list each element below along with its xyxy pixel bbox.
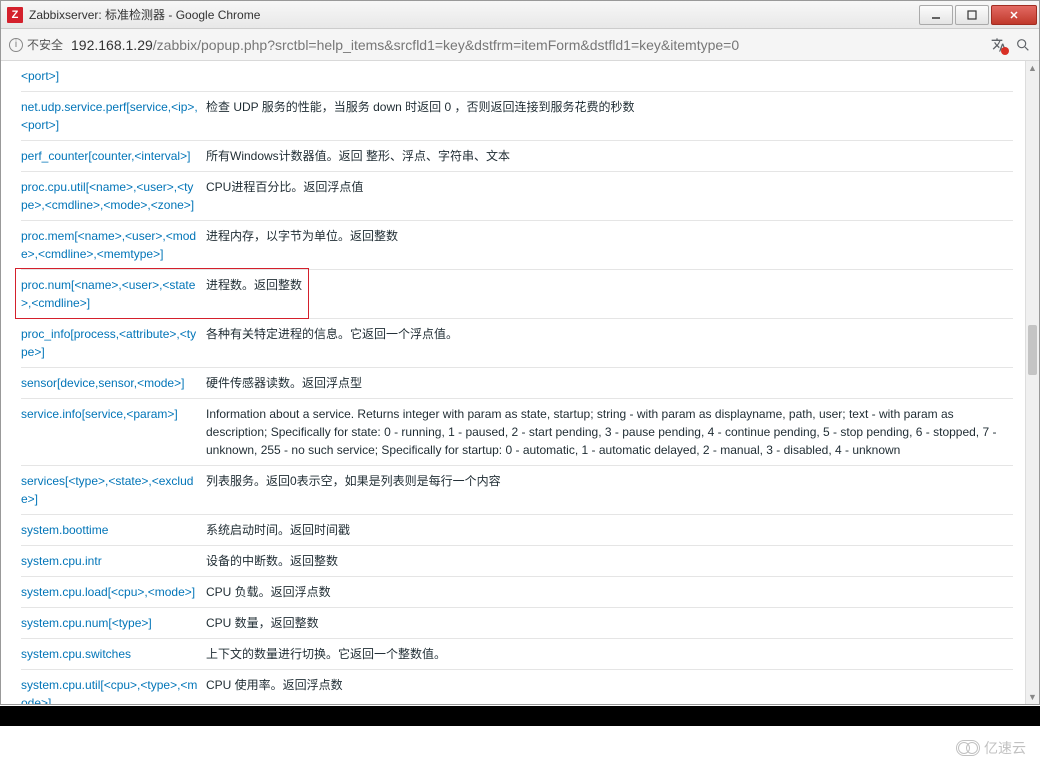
address-bar: i 不安全 192.168.1.29/zabbix/popup.php?srct… bbox=[1, 29, 1039, 61]
table-row: system.cpu.num[<type>] CPU 数量，返回整数 bbox=[21, 608, 1013, 639]
window-controls bbox=[917, 5, 1037, 25]
item-key-cell: services[<type>,<state>,<exclude>] bbox=[21, 466, 206, 515]
help-items-table: <port>] net.udp.service.perf[service,<ip>… bbox=[21, 67, 1013, 704]
url-field[interactable]: 192.168.1.29/zabbix/popup.php?srctbl=hel… bbox=[71, 37, 983, 53]
scroll-down-icon[interactable]: ▼ bbox=[1026, 690, 1039, 704]
item-key-link[interactable]: proc.cpu.util[<name>,<user>,<type>,<cmdl… bbox=[21, 180, 194, 212]
item-key-cell: system.cpu.num[<type>] bbox=[21, 608, 206, 639]
item-key-cell: proc.num[<name>,<user>,<state>,<cmdline>… bbox=[21, 270, 206, 319]
item-description: 进程内存，以字节为单位。返回整数 bbox=[206, 221, 1013, 270]
url-host: 192.168.1.29 bbox=[71, 37, 153, 53]
item-key-link[interactable]: proc_info[process,<attribute>,<type>] bbox=[21, 327, 196, 359]
item-key-link[interactable]: perf_counter[counter,<interval>] bbox=[21, 149, 190, 163]
item-key-link[interactable]: system.cpu.switches bbox=[21, 647, 131, 661]
item-description: 系统启动时间。返回时间戳 bbox=[206, 515, 1013, 546]
table-row: sensor[device,sensor,<mode>] 硬件传感器读数。返回浮点… bbox=[21, 368, 1013, 399]
item-key-cell: <port>] bbox=[21, 67, 206, 92]
item-key-cell: system.cpu.switches bbox=[21, 639, 206, 670]
table-row: system.cpu.intr 设备的中断数。返回整数 bbox=[21, 546, 1013, 577]
item-description: CPU 数量，返回整数 bbox=[206, 608, 1013, 639]
item-description: CPU 负载。返回浮点数 bbox=[206, 577, 1013, 608]
security-label: 不安全 bbox=[27, 36, 63, 53]
info-icon: i bbox=[9, 38, 23, 52]
item-key-link[interactable]: service.info[service,<param>] bbox=[21, 407, 178, 421]
item-description: Information about a service. Returns int… bbox=[206, 399, 1013, 466]
titlebar[interactable]: Z Zabbixserver: 标准检测器 - Google Chrome bbox=[1, 1, 1039, 29]
item-description: CPU 使用率。返回浮点数 bbox=[206, 670, 1013, 705]
scroll-thumb[interactable] bbox=[1028, 325, 1037, 375]
table-row: services[<type>,<state>,<exclude>] 列表服务。返… bbox=[21, 466, 1013, 515]
notification-dot bbox=[1001, 47, 1009, 55]
item-key-link[interactable]: system.cpu.load[<cpu>,<mode>] bbox=[21, 585, 195, 599]
item-key-cell: system.boottime bbox=[21, 515, 206, 546]
translate-icon[interactable] bbox=[991, 37, 1007, 53]
item-description bbox=[206, 67, 1013, 92]
table-row: system.cpu.switches 上下文的数量进行切换。它返回一个整数值。 bbox=[21, 639, 1013, 670]
table-row: system.boottime 系统启动时间。返回时间戳 bbox=[21, 515, 1013, 546]
security-indicator[interactable]: i 不安全 bbox=[9, 36, 63, 53]
table-row: proc_info[process,<attribute>,<type>] 各种有… bbox=[21, 319, 1013, 368]
table-row: service.info[service,<param>] Information… bbox=[21, 399, 1013, 466]
item-description: 检查 UDP 服务的性能，当服务 down 时返回 0 ，否则返回连接到服务花费… bbox=[206, 92, 1013, 141]
item-description: CPU进程百分比。返回浮点值 bbox=[206, 172, 1013, 221]
vertical-scrollbar[interactable]: ▲ ▼ bbox=[1025, 61, 1039, 704]
maximize-button[interactable] bbox=[955, 5, 989, 25]
content-area: <port>] net.udp.service.perf[service,<ip>… bbox=[1, 61, 1039, 704]
item-description: 设备的中断数。返回整数 bbox=[206, 546, 1013, 577]
item-key-link[interactable]: services[<type>,<state>,<exclude>] bbox=[21, 474, 193, 506]
item-key-link[interactable]: system.boottime bbox=[21, 523, 108, 537]
zabbix-app-icon: Z bbox=[7, 7, 23, 23]
item-key-link[interactable]: sensor[device,sensor,<mode>] bbox=[21, 376, 184, 390]
item-description: 进程数。返回整数 bbox=[206, 270, 1013, 319]
item-key-cell: proc.mem[<name>,<user>,<mode>,<cmdline>,… bbox=[21, 221, 206, 270]
item-key-link[interactable]: proc.mem[<name>,<user>,<mode>,<cmdline>,… bbox=[21, 229, 196, 261]
item-key-link[interactable]: system.cpu.num[<type>] bbox=[21, 616, 152, 630]
table-row: system.cpu.util[<cpu>,<type>,<mode>] CPU … bbox=[21, 670, 1013, 705]
item-description: 硬件传感器读数。返回浮点型 bbox=[206, 368, 1013, 399]
item-key-cell: system.cpu.load[<cpu>,<mode>] bbox=[21, 577, 206, 608]
table-row: proc.num[<name>,<user>,<state>,<cmdline>… bbox=[21, 270, 1013, 319]
table-row: net.udp.service.perf[service,<ip>,<port>… bbox=[21, 92, 1013, 141]
item-description: 各种有关特定进程的信息。它返回一个浮点值。 bbox=[206, 319, 1013, 368]
scroll-area: <port>] net.udp.service.perf[service,<ip>… bbox=[1, 61, 1025, 704]
bottom-black-bar bbox=[0, 706, 1040, 726]
item-description: 所有Windows计数器值。返回 整形、浮点、字符串、文本 bbox=[206, 141, 1013, 172]
item-key-cell: service.info[service,<param>] bbox=[21, 399, 206, 466]
table-row: proc.cpu.util[<name>,<user>,<type>,<cmdl… bbox=[21, 172, 1013, 221]
item-key-cell: proc_info[process,<attribute>,<type>] bbox=[21, 319, 206, 368]
item-key-cell: system.cpu.intr bbox=[21, 546, 206, 577]
scroll-up-icon[interactable]: ▲ bbox=[1026, 61, 1039, 75]
close-button[interactable] bbox=[991, 5, 1037, 25]
item-key-cell: sensor[device,sensor,<mode>] bbox=[21, 368, 206, 399]
item-description: 列表服务。返回0表示空，如果是列表则是每行一个内容 bbox=[206, 466, 1013, 515]
item-key-link[interactable]: proc.num[<name>,<user>,<state>,<cmdline>… bbox=[21, 278, 195, 310]
table-row: system.cpu.load[<cpu>,<mode>] CPU 负载。返回浮点… bbox=[21, 577, 1013, 608]
item-description: 上下文的数量进行切换。它返回一个整数值。 bbox=[206, 639, 1013, 670]
watermark-text: 亿速云 bbox=[984, 738, 1026, 758]
item-key-cell: net.udp.service.perf[service,<ip>,<port>… bbox=[21, 92, 206, 141]
item-key-link[interactable]: <port>] bbox=[21, 69, 59, 83]
item-key-cell: proc.cpu.util[<name>,<user>,<type>,<cmdl… bbox=[21, 172, 206, 221]
item-key-link[interactable]: system.cpu.intr bbox=[21, 554, 102, 568]
minimize-button[interactable] bbox=[919, 5, 953, 25]
watermark-logo-icon bbox=[956, 740, 980, 756]
item-key-link[interactable]: system.cpu.util[<cpu>,<type>,<mode>] bbox=[21, 678, 197, 704]
table-row: <port>] bbox=[21, 67, 1013, 92]
item-key-link[interactable]: net.udp.service.perf[service,<ip>,<port>… bbox=[21, 100, 198, 132]
chrome-window: Z Zabbixserver: 标准检测器 - Google Chrome i … bbox=[0, 0, 1040, 705]
watermark: 亿速云 bbox=[956, 738, 1026, 758]
table-row: proc.mem[<name>,<user>,<mode>,<cmdline>,… bbox=[21, 221, 1013, 270]
window-title: Zabbixserver: 标准检测器 - Google Chrome bbox=[29, 6, 917, 23]
url-path: /zabbix/popup.php?srctbl=help_items&srcf… bbox=[153, 37, 739, 53]
table-row: perf_counter[counter,<interval>] 所有Window… bbox=[21, 141, 1013, 172]
item-key-cell: system.cpu.util[<cpu>,<type>,<mode>] bbox=[21, 670, 206, 705]
zoom-icon[interactable] bbox=[1015, 37, 1031, 53]
item-key-cell: perf_counter[counter,<interval>] bbox=[21, 141, 206, 172]
